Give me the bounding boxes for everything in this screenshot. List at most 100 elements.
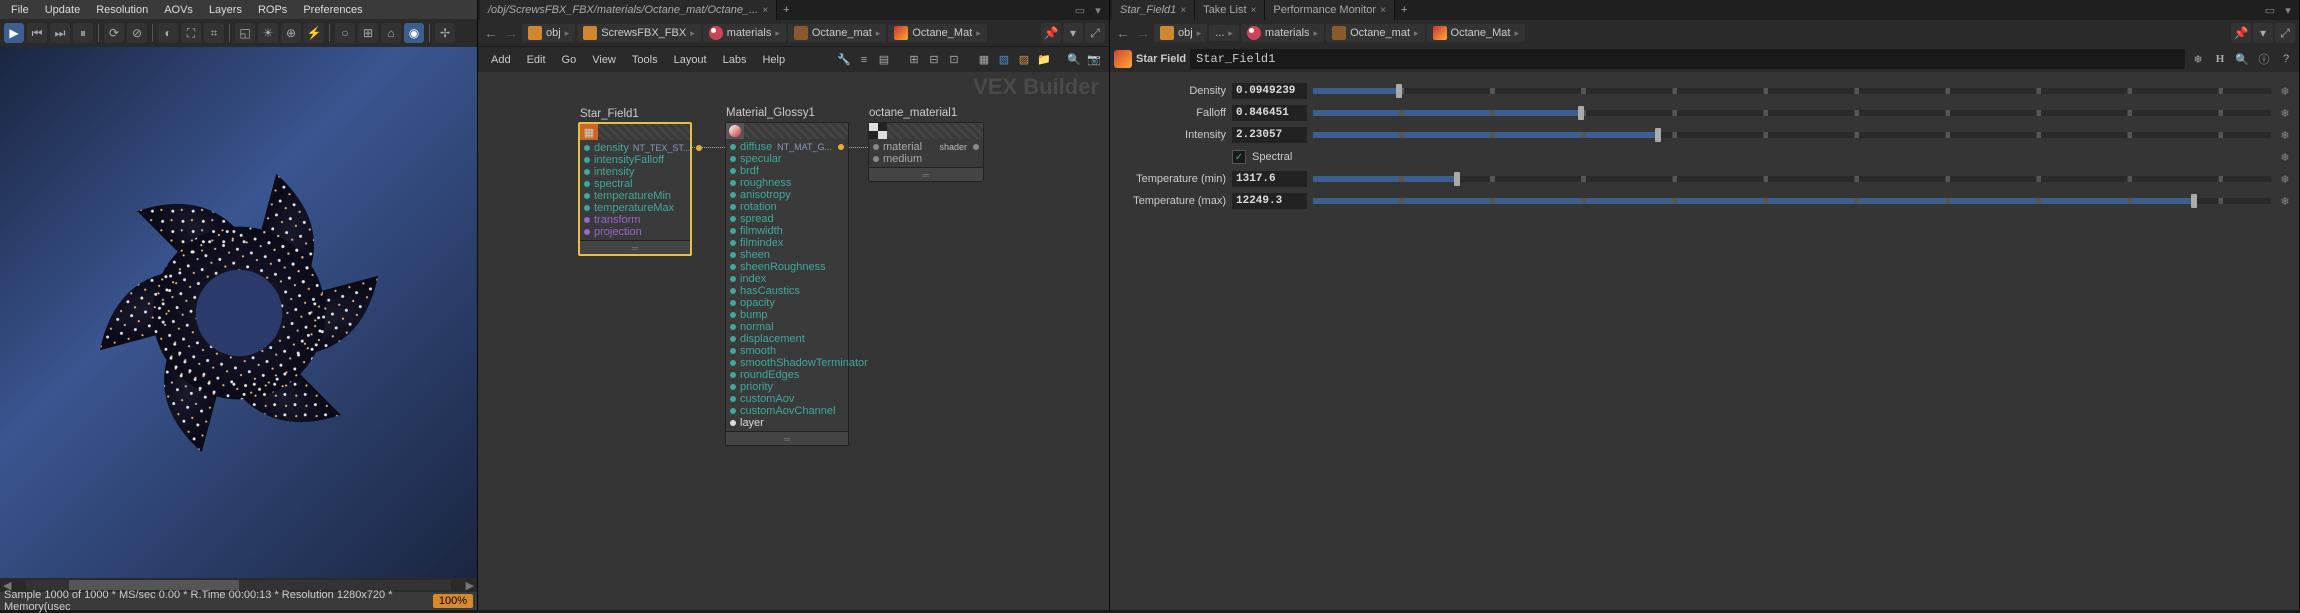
port-opacity[interactable]: opacity: [730, 297, 844, 309]
menu-help[interactable]: Help: [755, 51, 792, 69]
menu-file[interactable]: File: [4, 2, 36, 18]
input-port[interactable]: [584, 181, 590, 187]
crumb-Octane_Mat[interactable]: Octane_Mat▸: [888, 24, 986, 42]
port-bump[interactable]: bump: [730, 309, 844, 321]
corners-icon[interactable]: ⌗: [204, 23, 224, 43]
port-intensityFalloff[interactable]: intensityFalloff: [584, 154, 686, 166]
target-icon[interactable]: ◉: [404, 23, 424, 43]
input-port[interactable]: [584, 157, 590, 163]
port-brdf[interactable]: brdf: [730, 165, 844, 177]
pause-icon[interactable]: ⏸: [73, 23, 93, 43]
link-icon[interactable]: ⊕: [281, 23, 301, 43]
output-port[interactable]: [838, 144, 844, 150]
value-field[interactable]: 2.23057: [1232, 127, 1307, 143]
menu-update[interactable]: Update: [38, 2, 87, 18]
flag2-icon[interactable]: ▧: [995, 51, 1013, 69]
stop-icon[interactable]: ⊘: [127, 23, 147, 43]
value-field[interactable]: 0.0949239: [1232, 83, 1307, 99]
add-tab-button[interactable]: +: [777, 2, 795, 18]
input-port[interactable]: [584, 229, 590, 235]
port-roughness[interactable]: roughness: [730, 177, 844, 189]
input-port[interactable]: [584, 205, 590, 211]
slider[interactable]: [1313, 198, 2271, 204]
port-intensity[interactable]: intensity: [584, 166, 686, 178]
input-port[interactable]: [730, 252, 736, 258]
input-port[interactable]: [730, 240, 736, 246]
skip-back-icon[interactable]: ⏮: [27, 23, 47, 43]
port-specular[interactable]: specular: [730, 153, 844, 165]
node-name-field[interactable]: Star_Field1: [1190, 49, 2185, 69]
grid3-icon[interactable]: ⊡: [945, 51, 963, 69]
output-port[interactable]: [973, 144, 979, 150]
port-filmindex[interactable]: filmindex: [730, 237, 844, 249]
port-projection[interactable]: projection: [584, 226, 686, 238]
port-transform[interactable]: transform: [584, 214, 686, 226]
port-roundEdges[interactable]: roundEdges: [730, 369, 844, 381]
crumb-...[interactable]: ...▸: [1209, 25, 1239, 41]
node-graph[interactable]: VEX Builder Star_Field1 ▦ densityNT_TEX_…: [478, 72, 1109, 610]
crumb-Octane_Mat[interactable]: Octane_Mat▸: [1427, 24, 1525, 42]
close-icon[interactable]: ×: [1180, 5, 1186, 16]
value-field[interactable]: 12249.3: [1232, 193, 1307, 209]
maximize-icon[interactable]: ▭: [1073, 3, 1087, 17]
input-port[interactable]: [730, 180, 736, 186]
input-port[interactable]: [873, 156, 879, 162]
input-port[interactable]: [730, 372, 736, 378]
input-port[interactable]: [730, 336, 736, 342]
tab-take-list[interactable]: Take List×: [1195, 0, 1265, 20]
port-customAovChannel[interactable]: customAovChannel: [730, 405, 844, 417]
forward-icon[interactable]: →: [1134, 24, 1152, 42]
input-port[interactable]: [584, 193, 590, 199]
port-sheen[interactable]: sheen: [730, 249, 844, 261]
input-port[interactable]: [730, 384, 736, 390]
grid1-icon[interactable]: ⊞: [905, 51, 923, 69]
slider[interactable]: [1313, 176, 2271, 182]
port-temperatureMax[interactable]: temperatureMax: [584, 202, 686, 214]
node-star-field[interactable]: Star_Field1 ▦ densityNT_TEX_ST...intensi…: [578, 122, 692, 256]
pin-icon[interactable]: 📌: [2231, 23, 2251, 43]
search-icon[interactable]: 🔍: [2233, 50, 2251, 68]
grid2-icon[interactable]: ⊟: [925, 51, 943, 69]
menu-edit[interactable]: Edit: [520, 51, 553, 69]
port-spectral[interactable]: spectral: [584, 178, 686, 190]
dropdown-icon[interactable]: ▾: [1063, 23, 1083, 43]
crumb-ScrewsFBX_FBX[interactable]: ScrewsFBX_FBX▸: [577, 24, 701, 42]
close-icon[interactable]: ×: [1251, 5, 1257, 16]
close-icon[interactable]: ×: [1380, 5, 1386, 16]
crumb-materials[interactable]: materials▸: [703, 24, 786, 42]
render-viewport[interactable]: [0, 47, 477, 578]
input-port[interactable]: [730, 360, 736, 366]
node-handle[interactable]: ═: [726, 431, 848, 445]
home-icon[interactable]: ⌂: [381, 23, 401, 43]
menu-icon[interactable]: ▾: [2281, 3, 2295, 17]
gear-icon[interactable]: ❄: [2277, 105, 2293, 121]
input-port[interactable]: [730, 264, 736, 270]
crumb-Octane_mat[interactable]: Octane_mat▸: [788, 24, 886, 42]
input-port[interactable]: [730, 408, 736, 414]
menu-labs[interactable]: Labs: [716, 51, 754, 69]
back-icon[interactable]: ←: [1114, 24, 1132, 42]
input-port[interactable]: [730, 288, 736, 294]
input-port[interactable]: [730, 312, 736, 318]
sun-icon[interactable]: ☀: [258, 23, 278, 43]
value-field[interactable]: 1317.6: [1232, 171, 1307, 187]
node-material-glossy[interactable]: Material_Glossy1 diffuseNT_MAT_G...specu…: [725, 122, 849, 446]
port-material[interactable]: materialshader: [873, 141, 979, 153]
menu-layers[interactable]: Layers: [202, 2, 249, 18]
slider[interactable]: [1313, 88, 2271, 94]
expand2-icon[interactable]: ⤢: [1085, 23, 1105, 43]
circle-icon[interactable]: ○: [335, 23, 355, 43]
page-icon[interactable]: ▤: [875, 51, 893, 69]
crumb-materials[interactable]: materials▸: [1241, 24, 1324, 42]
forward-icon[interactable]: →: [502, 24, 520, 42]
input-port[interactable]: [730, 300, 736, 306]
camera-icon[interactable]: 📷: [1085, 51, 1103, 69]
port-displacement[interactable]: displacement: [730, 333, 844, 345]
bolt-icon[interactable]: ⚡: [304, 23, 324, 43]
help-icon[interactable]: ?: [2277, 50, 2295, 68]
crumb-Octane_mat[interactable]: Octane_mat▸: [1326, 24, 1424, 42]
back-icon[interactable]: ←: [482, 24, 500, 42]
port-layer[interactable]: layer: [730, 417, 844, 429]
port-sheenRoughness[interactable]: sheenRoughness: [730, 261, 844, 273]
input-port[interactable]: [584, 217, 590, 223]
